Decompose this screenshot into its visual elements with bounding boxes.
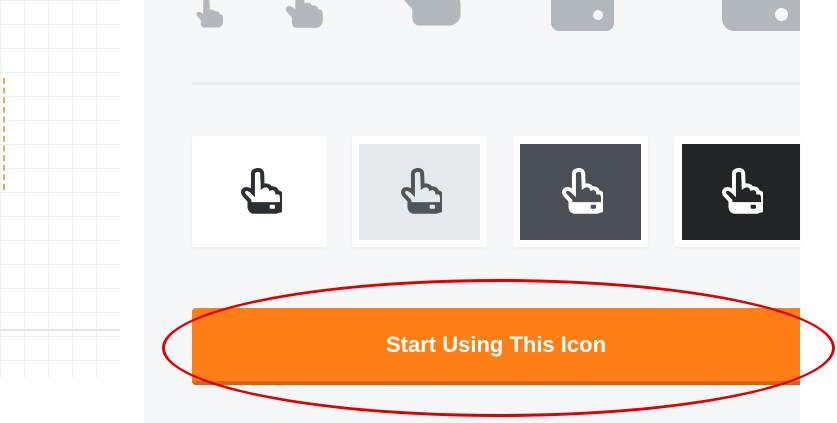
hand-pointer-icon — [400, 167, 442, 214]
swatch-white-fill — [199, 143, 320, 240]
pixel-grid — [0, 0, 120, 378]
hand-pointer-icon-size-sm — [280, 0, 324, 32]
swatch-black-fill — [682, 143, 800, 240]
swatch-white[interactable] — [192, 136, 327, 247]
swatch-light-gray[interactable] — [352, 136, 487, 247]
hand-pointer-icon — [722, 167, 763, 214]
section-divider — [192, 82, 800, 85]
hand-pointer-icon-size-lg — [551, 0, 614, 31]
grid-baseline — [0, 329, 120, 331]
swatch-light-gray-fill — [359, 143, 480, 240]
swatch-dark-gray[interactable] — [513, 136, 648, 247]
icon-editor-grid-panel — [0, 0, 144, 400]
grid-guide-line — [0, 78, 5, 190]
start-using-icon-button[interactable]: Start Using This Icon — [192, 308, 800, 385]
hand-pointer-icon-size-xs — [193, 0, 223, 32]
hand-pointer-icon — [561, 167, 603, 214]
start-using-icon-button-label: Start Using This Icon — [385, 331, 607, 357]
swatch-dark-gray-fill — [520, 143, 641, 240]
hand-pointer-icon-size-md — [395, 0, 461, 32]
hand-pointer-icon-size-xl — [722, 0, 800, 31]
page-gutter — [800, 0, 837, 423]
swatch-black[interactable] — [674, 136, 800, 247]
hand-pointer-icon — [240, 167, 282, 214]
